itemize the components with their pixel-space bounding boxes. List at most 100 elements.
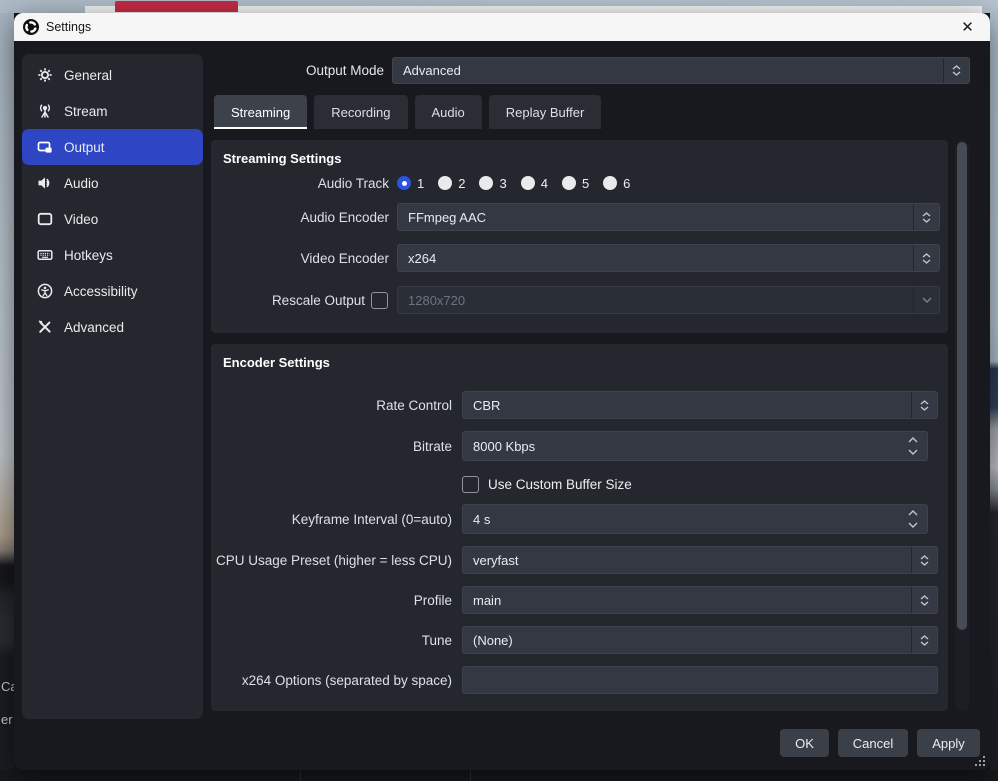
sidebar-item-label: Video <box>64 212 98 227</box>
resize-grip-icon[interactable] <box>975 756 985 766</box>
speaker-icon <box>37 175 53 191</box>
output-tabs: Streaming Recording Audio Replay Buffer <box>214 95 601 129</box>
scrollbar-thumb[interactable] <box>957 142 967 630</box>
rate-control-label: Rate Control <box>211 398 452 413</box>
rate-control-select[interactable]: CBR <box>462 391 938 419</box>
profile-select[interactable]: main <box>462 586 938 614</box>
keyboard-icon <box>37 247 53 263</box>
output-icon <box>37 139 53 155</box>
sidebar: General Stream Output <box>22 54 203 719</box>
chevron-up-down-icon <box>911 392 937 418</box>
keyframe-interval-spinner[interactable]: 4 s <box>462 504 928 534</box>
video-encoder-select[interactable]: x264 <box>397 244 940 272</box>
tune-value: (None) <box>463 627 911 653</box>
footer-buttons: OK Cancel Apply <box>780 729 980 757</box>
tune-label: Tune <box>211 633 452 648</box>
apply-button[interactable]: Apply <box>917 729 980 757</box>
radio-label: 5 <box>582 176 589 191</box>
rescale-output-checkbox[interactable] <box>371 292 388 309</box>
dialog-body: General Stream Output <box>14 41 990 770</box>
rescale-output-value: 1280x720 <box>398 287 913 313</box>
sidebar-item-label: Hotkeys <box>64 248 113 263</box>
radio-label: 2 <box>458 176 465 191</box>
audio-encoder-select[interactable]: FFmpeg AAC <box>397 203 940 231</box>
sidebar-item-label: Audio <box>64 176 99 191</box>
sidebar-item-label: General <box>64 68 112 83</box>
sidebar-item-audio[interactable]: Audio <box>22 165 203 201</box>
cpu-usage-preset-label: CPU Usage Preset (higher = less CPU) <box>211 553 452 568</box>
radio-icon <box>397 176 411 190</box>
bitrate-spinner[interactable]: 8000 Kbps <box>462 431 928 461</box>
radio-icon <box>479 176 493 190</box>
chevron-up-down-icon <box>913 245 939 271</box>
sidebar-item-video[interactable]: Video <box>22 201 203 237</box>
tab-recording[interactable]: Recording <box>314 95 407 129</box>
tab-replay-buffer[interactable]: Replay Buffer <box>489 95 602 129</box>
obs-logo-icon <box>23 19 39 35</box>
profile-value: main <box>463 587 911 613</box>
radio-label: 1 <box>417 176 424 191</box>
audio-encoder-value: FFmpeg AAC <box>398 204 913 230</box>
desktop-background-bottom <box>0 770 998 781</box>
audio-track-radio-4[interactable]: 4 <box>521 176 548 191</box>
sidebar-item-label: Advanced <box>64 320 124 335</box>
sidebar-item-general[interactable]: General <box>22 57 203 93</box>
background-text-fragment: er <box>1 712 13 727</box>
ok-button[interactable]: OK <box>780 729 829 757</box>
output-mode-label: Output Mode <box>214 57 384 84</box>
desktop-background-left: Ca er <box>0 13 14 770</box>
audio-track-radio-1[interactable]: 1 <box>397 176 424 191</box>
background-divider <box>470 770 471 781</box>
profile-label: Profile <box>211 593 452 608</box>
cpu-usage-preset-select[interactable]: veryfast <box>462 546 938 574</box>
settings-dialog: Settings ✕ General Stream <box>14 13 990 770</box>
audio-encoder-label: Audio Encoder <box>211 210 389 225</box>
sidebar-item-advanced[interactable]: Advanced <box>22 309 203 345</box>
keyframe-interval-label: Keyframe Interval (0=auto) <box>211 512 452 527</box>
window-title: Settings <box>46 20 91 34</box>
sidebar-item-hotkeys[interactable]: Hotkeys <box>22 237 203 273</box>
bitrate-label: Bitrate <box>211 439 452 454</box>
rescale-output-select[interactable]: 1280x720 <box>397 286 940 314</box>
chevron-down-icon <box>913 287 939 313</box>
sidebar-item-stream[interactable]: Stream <box>22 93 203 129</box>
tab-streaming[interactable]: Streaming <box>214 95 307 129</box>
keyframe-interval-value: 4 s <box>463 512 927 527</box>
x264-options-input[interactable] <box>462 666 938 694</box>
encoder-settings-panel: Encoder Settings Rate Control CBR Bitrat… <box>211 344 948 711</box>
output-mode-value: Advanced <box>393 58 943 83</box>
spinner-arrows-icon[interactable] <box>908 432 918 460</box>
use-custom-buffer-checkbox[interactable] <box>462 476 479 493</box>
audio-track-radio-3[interactable]: 3 <box>479 176 506 191</box>
close-icon[interactable]: ✕ <box>945 13 990 41</box>
radio-icon <box>603 176 617 190</box>
radio-icon <box>562 176 576 190</box>
video-encoder-value: x264 <box>398 245 913 271</box>
titlebar[interactable]: Settings ✕ <box>14 13 990 41</box>
chevron-up-down-icon <box>913 204 939 230</box>
use-custom-buffer-label: Use Custom Buffer Size <box>488 477 632 492</box>
tab-audio[interactable]: Audio <box>415 95 482 129</box>
radio-label: 6 <box>623 176 630 191</box>
chevron-up-down-icon <box>911 587 937 613</box>
sidebar-item-label: Accessibility <box>64 284 138 299</box>
desktop-background-top <box>0 0 998 13</box>
desktop-background-right <box>990 13 998 770</box>
section-title: Encoder Settings <box>223 355 330 370</box>
audio-track-radio-6[interactable]: 6 <box>603 176 630 191</box>
sidebar-item-label: Stream <box>64 104 108 119</box>
cancel-button[interactable]: Cancel <box>838 729 908 757</box>
x264-options-label: x264 Options (separated by space) <box>211 673 452 688</box>
sidebar-item-accessibility[interactable]: Accessibility <box>22 273 203 309</box>
audio-track-radio-5[interactable]: 5 <box>562 176 589 191</box>
tune-select[interactable]: (None) <box>462 626 938 654</box>
chevron-up-down-icon <box>911 547 937 573</box>
streaming-settings-panel: Streaming Settings Audio Track 1 2 3 4 5… <box>211 140 948 333</box>
output-mode-select[interactable]: Advanced <box>392 57 970 84</box>
accessibility-icon <box>37 283 53 299</box>
audio-track-radios: 1 2 3 4 5 6 <box>397 176 630 191</box>
audio-track-radio-2[interactable]: 2 <box>438 176 465 191</box>
spinner-arrows-icon[interactable] <box>908 505 918 533</box>
tools-icon <box>37 319 53 335</box>
sidebar-item-output[interactable]: Output <box>22 129 203 165</box>
